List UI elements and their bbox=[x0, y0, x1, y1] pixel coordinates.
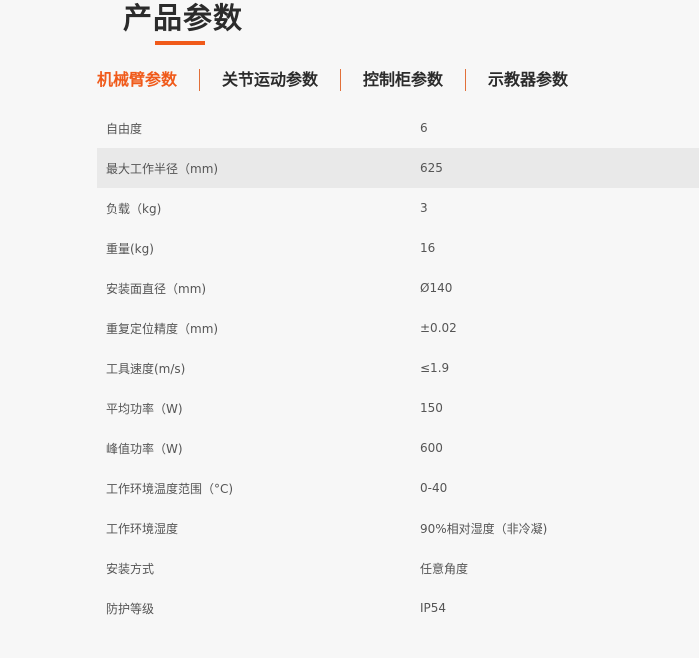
param-value: 625 bbox=[420, 161, 443, 175]
tab-joint-motion-params[interactable]: 关节运动参数 bbox=[222, 67, 318, 93]
param-value: 90%相对湿度（非冷凝) bbox=[420, 521, 548, 536]
param-value: 任意角度 bbox=[420, 561, 469, 576]
table-row: 负载（kg) 3 bbox=[97, 188, 699, 228]
param-value: 600 bbox=[420, 441, 443, 455]
table-row: 安装面直径（mm) Ø140 bbox=[97, 268, 699, 308]
param-value: 0-40 bbox=[420, 481, 448, 495]
param-label: 最大工作半径（mm) bbox=[106, 161, 219, 176]
table-row: 工具速度(m/s) ≤1.9 bbox=[97, 348, 699, 388]
param-table: 自由度 6 最大工作半径（mm) 625 负载（kg) 3 重量(kg) 16 … bbox=[97, 108, 699, 628]
title-underline bbox=[155, 41, 205, 45]
table-row: 自由度 6 bbox=[97, 108, 699, 148]
param-label: 工具速度(m/s) bbox=[106, 361, 186, 376]
param-value: 6 bbox=[420, 121, 428, 135]
table-row: 工作环境温度范围（°C) 0-40 bbox=[97, 468, 699, 508]
param-tabs: 机械臂参数 关节运动参数 控制柜参数 示教器参数 bbox=[97, 67, 568, 93]
param-value: 150 bbox=[420, 401, 443, 415]
param-label: 负载（kg) bbox=[106, 201, 162, 216]
tab-arm-params[interactable]: 机械臂参数 bbox=[97, 67, 177, 93]
param-value: ≤1.9 bbox=[420, 361, 450, 375]
tab-divider bbox=[340, 69, 342, 91]
param-label: 安装方式 bbox=[106, 561, 155, 576]
param-value: ±0.02 bbox=[420, 321, 457, 335]
table-row: 安装方式 任意角度 bbox=[97, 548, 699, 588]
param-label: 峰值功率（W) bbox=[106, 441, 183, 456]
param-label: 重复定位精度（mm) bbox=[106, 321, 219, 336]
param-label: 防护等级 bbox=[106, 601, 155, 616]
table-row: 防护等级 IP54 bbox=[97, 588, 699, 628]
param-value: IP54 bbox=[420, 601, 447, 615]
table-row: 平均功率（W) 150 bbox=[97, 388, 699, 428]
param-label: 工作环境温度范围（°C) bbox=[106, 481, 234, 496]
param-label: 平均功率（W) bbox=[106, 401, 183, 416]
param-value: Ø140 bbox=[420, 281, 453, 295]
tab-teach-pendant-params[interactable]: 示教器参数 bbox=[488, 67, 568, 93]
param-value: 16 bbox=[420, 241, 436, 255]
tab-divider bbox=[465, 69, 467, 91]
page-title: 产品参数 bbox=[123, 1, 244, 35]
tab-controller-params[interactable]: 控制柜参数 bbox=[363, 67, 443, 93]
table-row: 工作环境湿度 90%相对湿度（非冷凝) bbox=[97, 508, 699, 548]
table-row: 重复定位精度（mm) ±0.02 bbox=[97, 308, 699, 348]
table-row: 最大工作半径（mm) 625 bbox=[97, 148, 699, 188]
param-label: 工作环境湿度 bbox=[106, 521, 179, 536]
param-label: 安装面直径（mm) bbox=[106, 281, 207, 296]
param-label: 自由度 bbox=[106, 121, 143, 136]
table-row: 峰值功率（W) 600 bbox=[97, 428, 699, 468]
param-label: 重量(kg) bbox=[106, 241, 154, 256]
param-value: 3 bbox=[420, 201, 428, 215]
table-row: 重量(kg) 16 bbox=[97, 228, 699, 268]
tab-divider bbox=[199, 69, 201, 91]
